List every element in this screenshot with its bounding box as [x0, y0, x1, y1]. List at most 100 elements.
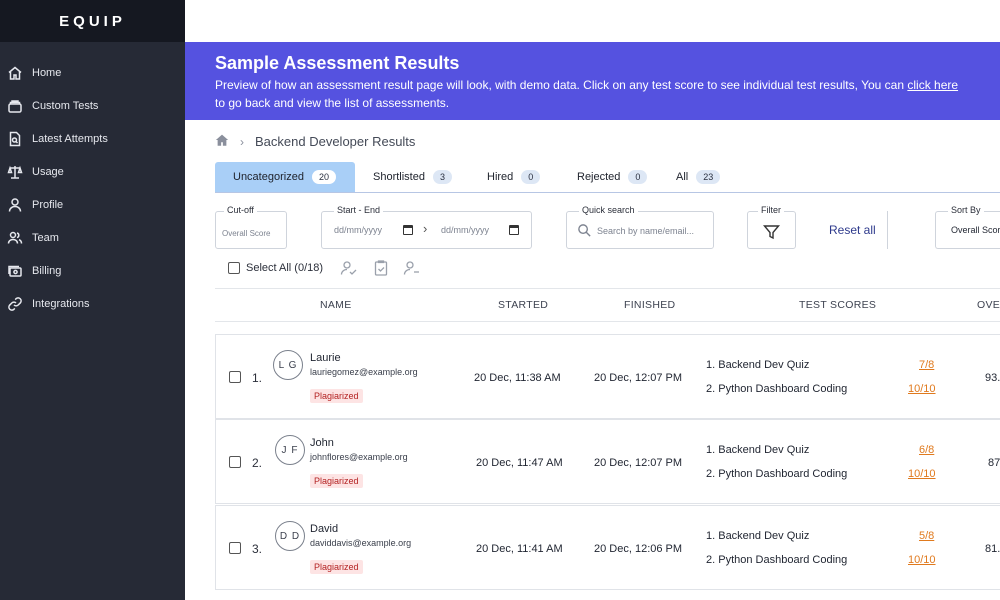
sidebar-item-label: Latest Attempts: [32, 132, 108, 145]
date-range-field: Start - End dd/mm/yyyy › dd/mm/yyyy: [321, 205, 532, 249]
layers-icon: [7, 98, 23, 114]
test-score-link[interactable]: 10/10: [908, 554, 936, 566]
sidebar-nav: Home Custom Tests Latest Attempts Usage …: [0, 42, 185, 320]
test-score-link[interactable]: 5/8: [919, 530, 934, 542]
sidebar: EQUIP Home Custom Tests Latest Attempts …: [0, 0, 185, 600]
select-all-label: Select All (0/18): [246, 262, 324, 274]
plagiarized-badge: Plagiarized: [310, 389, 363, 403]
calendar-icon[interactable]: [403, 225, 413, 235]
column-header-overall[interactable]: OVERALL: [977, 299, 1000, 311]
tab-count-badge: 0: [521, 170, 541, 184]
tab-count-badge: 20: [311, 170, 336, 184]
chevron-right-icon: ›: [240, 134, 244, 149]
table-row[interactable]: 3. D D David daviddavis@example.org Plag…: [215, 505, 1000, 590]
finished-time: 20 Dec, 12:06 PM: [594, 543, 683, 555]
clipboard-check-icon[interactable]: [372, 259, 390, 282]
tab-count-badge: 3: [432, 170, 452, 184]
row-number: 1.: [252, 371, 263, 385]
candidate-email: johnflores@example.org: [310, 452, 408, 462]
candidate-name[interactable]: John: [310, 437, 334, 449]
banner-text: Preview of how an assessment result page…: [215, 76, 970, 112]
search-input[interactable]: Search by name/email...: [597, 226, 694, 236]
test-name: 1. Backend Dev Quiz: [706, 530, 810, 542]
test-score-link[interactable]: 7/8: [919, 359, 934, 371]
candidate-name[interactable]: Laurie: [310, 352, 341, 364]
sidebar-item-latest-attempts[interactable]: Latest Attempts: [0, 122, 185, 155]
candidate-email: daviddavis@example.org: [310, 538, 412, 548]
reset-all-button[interactable]: Reset all: [829, 223, 876, 237]
avatar: L G: [273, 350, 303, 380]
tab-label: Rejected: [577, 171, 621, 183]
tab-all[interactable]: All 23: [663, 162, 738, 192]
app-root: EQUIP Home Custom Tests Latest Attempts …: [0, 0, 1000, 600]
column-header-finished[interactable]: FINISHED: [624, 299, 675, 311]
banner-description-end: to go back and view the list of assessme…: [215, 96, 450, 110]
sidebar-item-custom-tests[interactable]: Custom Tests: [0, 89, 185, 122]
sidebar-item-label: Home: [32, 66, 62, 79]
sidebar-item-home[interactable]: Home: [0, 56, 185, 89]
users-icon: [7, 230, 23, 246]
banner-back-link[interactable]: click here: [907, 78, 958, 92]
row-number: 2.: [252, 456, 263, 470]
avatar: D D: [275, 521, 305, 551]
overall-score: 87.5: [988, 457, 1000, 469]
tab-shortlisted[interactable]: Shortlisted 3: [355, 162, 470, 192]
table-row[interactable]: 1. L G Laurie lauriegomez@example.org Pl…: [215, 334, 1000, 419]
sample-banner: Sample Assessment Results Preview of how…: [185, 42, 1000, 120]
date-range-label: Start - End: [334, 205, 384, 215]
column-header-started[interactable]: STARTED: [498, 299, 548, 311]
logo[interactable]: EQUIP: [59, 13, 126, 30]
table-row[interactable]: 2. J F John johnflores@example.org Plagi…: [215, 419, 1000, 504]
test-score-link[interactable]: 10/10: [908, 383, 936, 395]
cutoff-field[interactable]: Cut-off Overall Score: [215, 205, 287, 249]
sort-by-value: Overall Score: [951, 225, 1000, 235]
scale-icon: [7, 164, 23, 180]
sort-by-label: Sort By: [948, 205, 984, 215]
tab-uncategorized[interactable]: Uncategorized 20: [215, 162, 355, 192]
status-tabs: Uncategorized 20 Shortlisted 3 Hired 0 R…: [215, 162, 1000, 193]
filter-button[interactable]: Filter: [747, 205, 796, 249]
link-icon: [7, 296, 23, 312]
sort-by-select[interactable]: Sort By Overall Score: [935, 205, 1000, 249]
start-date-input[interactable]: dd/mm/yyyy: [334, 225, 382, 235]
filter-label: Filter: [758, 205, 784, 215]
column-header-test-scores[interactable]: TEST SCORES: [799, 299, 876, 311]
sidebar-item-usage[interactable]: Usage: [0, 155, 185, 188]
sidebar-item-label: Custom Tests: [32, 99, 99, 112]
tab-label: Hired: [487, 171, 514, 183]
banner-description: Preview of how an assessment result page…: [215, 78, 905, 92]
table-header: NAME STARTED FINISHED TEST SCORES OVERAL…: [215, 288, 1000, 322]
sidebar-item-profile[interactable]: Profile: [0, 188, 185, 221]
sidebar-item-billing[interactable]: Billing: [0, 254, 185, 287]
sidebar-item-label: Usage: [32, 165, 64, 178]
search-icon: [577, 223, 592, 243]
sidebar-item-integrations[interactable]: Integrations: [0, 287, 185, 320]
logo-bar: EQUIP: [0, 0, 185, 42]
test-score-link[interactable]: 10/10: [908, 468, 936, 480]
user-remove-icon[interactable]: [403, 259, 421, 282]
tab-count-badge: 0: [628, 170, 648, 184]
row-checkbox[interactable]: [229, 542, 241, 554]
sidebar-item-team[interactable]: Team: [0, 221, 185, 254]
tab-rejected[interactable]: Rejected 0: [559, 162, 663, 192]
test-name: 2. Python Dashboard Coding: [706, 383, 848, 395]
tab-label: Uncategorized: [233, 171, 304, 183]
sidebar-item-label: Billing: [32, 264, 62, 277]
calendar-icon[interactable]: [509, 225, 519, 235]
test-name: 1. Backend Dev Quiz: [706, 359, 810, 371]
row-checkbox[interactable]: [229, 371, 241, 383]
row-checkbox[interactable]: [229, 456, 241, 468]
test-score-link[interactable]: 6/8: [919, 444, 934, 456]
quick-search-field[interactable]: Quick search Search by name/email...: [566, 205, 714, 249]
user-check-icon[interactable]: [340, 259, 358, 282]
select-all-checkbox[interactable]: [228, 262, 240, 274]
billing-icon: [7, 263, 23, 279]
home-icon[interactable]: [215, 133, 229, 150]
started-time: 20 Dec, 11:47 AM: [476, 457, 563, 469]
divider: [887, 211, 888, 249]
tab-hired[interactable]: Hired 0: [470, 162, 559, 192]
document-search-icon: [7, 131, 23, 147]
candidate-name[interactable]: David: [310, 523, 338, 535]
column-header-name[interactable]: NAME: [320, 299, 352, 311]
end-date-input[interactable]: dd/mm/yyyy: [441, 225, 489, 235]
